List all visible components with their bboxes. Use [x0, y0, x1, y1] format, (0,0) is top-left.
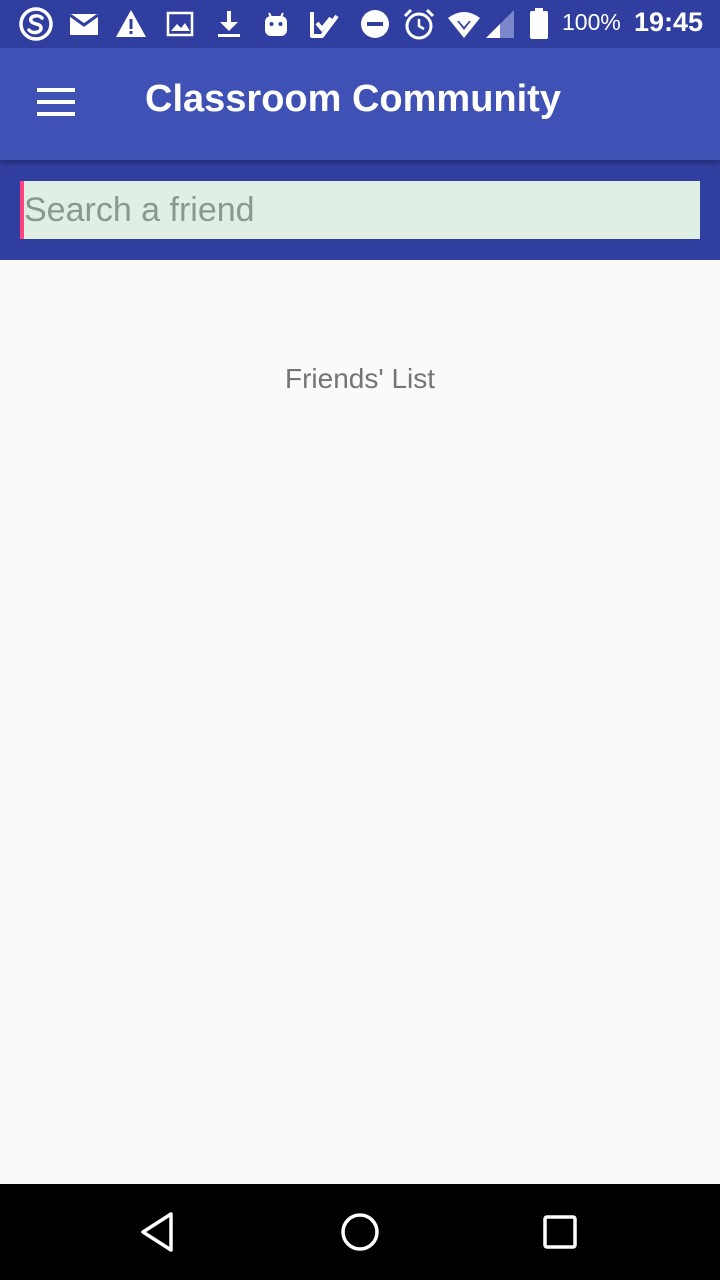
image-icon: [162, 6, 198, 42]
app-title: Classroom Community: [145, 78, 561, 120]
s-notification-icon: [18, 6, 54, 42]
alarm-icon: [401, 6, 437, 42]
menu-button[interactable]: [28, 78, 84, 130]
search-input[interactable]: [20, 181, 700, 239]
recents-icon: [543, 1215, 577, 1249]
status-bar: 100% 19:45: [0, 0, 720, 48]
mail-icon: [66, 6, 102, 42]
search-panel: [0, 160, 720, 260]
friends-list-heading: Friends' List: [284, 363, 436, 394]
do-not-disturb-icon: [357, 6, 393, 42]
app-bar: Classroom Community: [0, 48, 720, 160]
recents-button[interactable]: [536, 1208, 584, 1256]
wifi-icon: [446, 6, 482, 42]
back-button[interactable]: [135, 1208, 183, 1256]
cell-signal-icon: [484, 6, 520, 42]
home-button[interactable]: [336, 1208, 384, 1256]
status-clock: 19:45: [634, 7, 704, 37]
tasks-icon: [306, 6, 342, 42]
download-icon: [211, 6, 247, 42]
android-icon: [258, 6, 294, 42]
battery-icon: [521, 6, 557, 42]
navigation-bar: [0, 1184, 720, 1280]
back-icon: [141, 1212, 173, 1252]
battery-percentage: 100%: [562, 9, 621, 35]
home-icon: [341, 1213, 379, 1251]
warning-icon: [113, 6, 149, 42]
